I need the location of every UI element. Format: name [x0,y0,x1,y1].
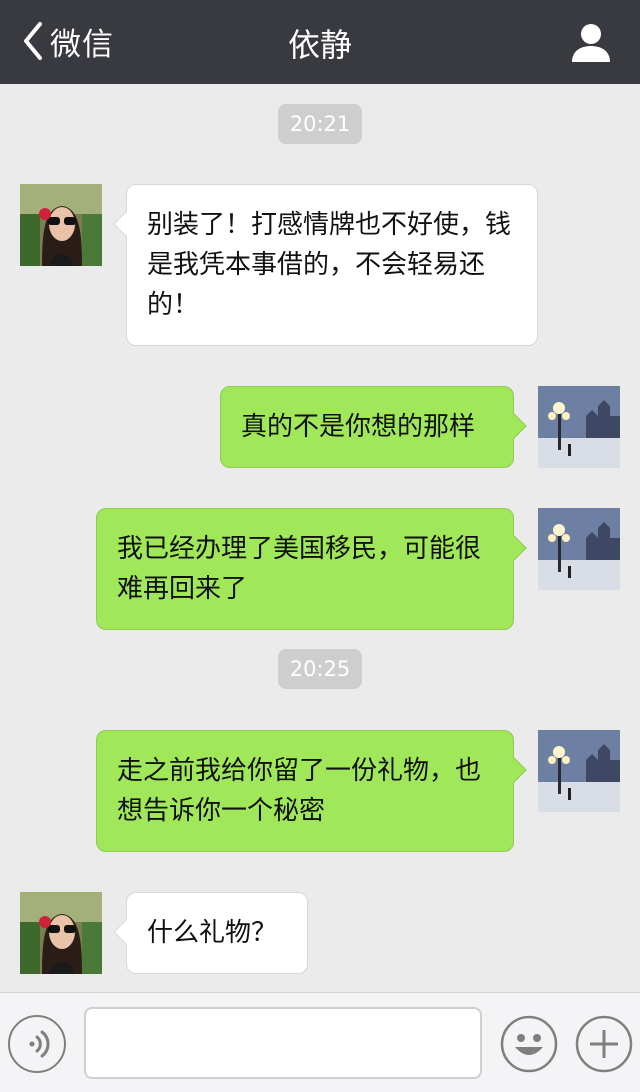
message-text: 真的不是你想的那样 [241,412,476,442]
message-bubble-outgoing[interactable]: 我已经办理了美国移民，可能很难再回来了 [96,508,527,630]
contact-avatar[interactable] [20,892,102,974]
message-text: 别装了！打感情牌也不好使，钱是我凭本事借的，不会轻易还的！ [147,210,512,320]
contact-avatar[interactable] [20,184,102,266]
message-text: 我已经办理了美国移民，可能很难再回来了 [117,534,482,604]
my-photo [538,730,620,812]
bubble-tail [113,919,139,945]
my-photo [538,508,620,590]
my-avatar[interactable] [538,508,620,590]
voice-button[interactable] [8,1015,66,1073]
my-photo [538,386,620,468]
contact-photo [20,892,102,974]
smiley-icon [500,1015,558,1073]
voice-icon [29,1030,50,1058]
timestamp: 20:21 [278,104,362,144]
bubble-tail [501,535,527,561]
plus-icon [575,1015,633,1073]
message-input[interactable] [84,1007,482,1079]
bubble-tail [113,211,139,237]
more-button[interactable] [575,1015,633,1073]
input-bar [0,992,640,1092]
my-avatar[interactable] [538,386,620,468]
profile-button[interactable] [568,20,614,66]
bubble-tail [501,757,527,783]
message-bubble-incoming[interactable]: 别装了！打感情牌也不好使，钱是我凭本事借的，不会轻易还的！ [113,184,538,346]
message-text: 走之前我给你留了一份礼物，也想告诉你一个秘密 [117,756,482,826]
contact-photo [20,184,102,266]
timestamp: 20:25 [278,649,362,689]
message-bubble-incoming[interactable]: 什么礼物？ [113,892,308,974]
emoji-button[interactable] [500,1015,558,1073]
message-text: 什么礼物？ [147,918,278,948]
chevron-left-icon [24,22,42,60]
my-avatar[interactable] [538,730,620,812]
message-bubble-outgoing[interactable]: 真的不是你想的那样 [220,386,527,468]
person-icon [572,24,610,62]
back-label: 微信 [50,26,114,63]
message-bubble-outgoing[interactable]: 走之前我给你留了一份礼物，也想告诉你一个秘密 [96,730,527,852]
header-bar: 微信 依静 [0,0,640,84]
back-button[interactable]: 微信 [18,18,114,64]
bubble-tail [501,413,527,439]
